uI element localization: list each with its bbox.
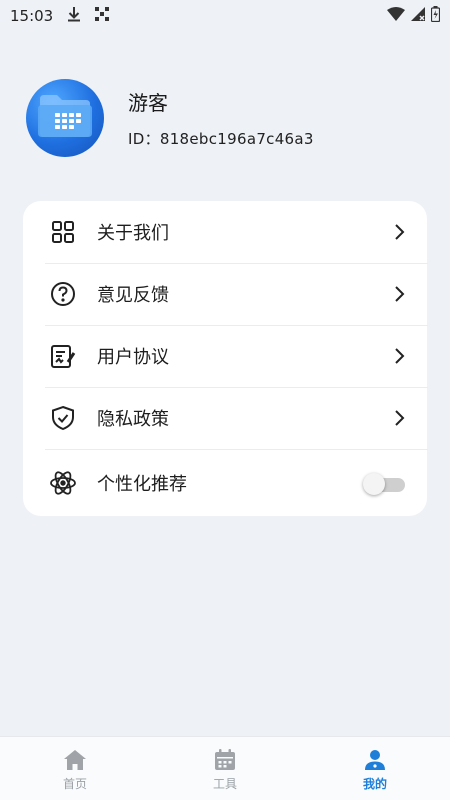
chevron-right-icon [393,347,405,365]
wifi-icon [387,7,405,25]
personalized-recommendation-toggle[interactable] [363,473,405,495]
menu-item-label: 隐私政策 [97,409,169,430]
profile-header: 游客 ID：818ebc196a7c46a3 [26,78,426,158]
menu-item-label: 用户协议 [97,347,169,368]
nav-label: 首页 [62,777,87,791]
menu-item-label: 个性化推荐 [97,474,187,495]
help-circle-icon [49,280,77,308]
home-icon [63,749,87,771]
menu-item-label: 意见反馈 [97,285,169,306]
folder-icon [37,93,93,143]
chevron-right-icon [393,285,405,303]
atom-icon [49,469,77,497]
user-info: 游客 ID：818ebc196a7c46a3 [128,87,314,149]
shield-check-icon [49,404,77,432]
menu-item-label: 关于我们 [97,223,169,244]
toggle-thumb [363,473,385,495]
grid-apps-icon [49,218,77,246]
user-icon [363,749,387,771]
nav-label: 工具 [212,777,237,791]
nav-item-tools[interactable]: 工具 [150,737,300,800]
status-time: 15:03 [10,7,54,25]
menu-item-personalized-recommendation: 个性化推荐 [23,452,427,514]
document-edit-icon [49,342,77,370]
nav-item-home[interactable]: 首页 [0,737,150,800]
settings-menu-card: 关于我们 意见反馈 用户协议 隐私政策 个性化推荐 [23,201,428,516]
signal-icon [411,7,425,25]
menu-item-privacy-policy[interactable]: 隐私政策 [23,387,427,449]
battery-icon [430,6,441,26]
menu-item-feedback[interactable]: 意见反馈 [23,263,427,325]
status-bar: 15:03 [0,0,450,32]
bottom-nav: 首页 工具 我的 [0,736,450,800]
menu-item-about-us[interactable]: 关于我们 [23,201,427,263]
divider [45,449,428,450]
nav-item-mine[interactable]: 我的 [300,737,450,800]
chevron-right-icon [393,409,405,427]
download-icon [67,6,81,26]
chevron-right-icon [393,223,405,241]
calendar-tools-icon [213,749,237,771]
nav-label: 我的 [362,777,387,791]
menu-item-user-agreement[interactable]: 用户协议 [23,325,427,387]
user-name: 游客 [128,91,168,115]
avatar[interactable] [26,79,104,157]
user-id: ID：818ebc196a7c46a3 [128,130,314,148]
scan-icon [95,7,110,25]
